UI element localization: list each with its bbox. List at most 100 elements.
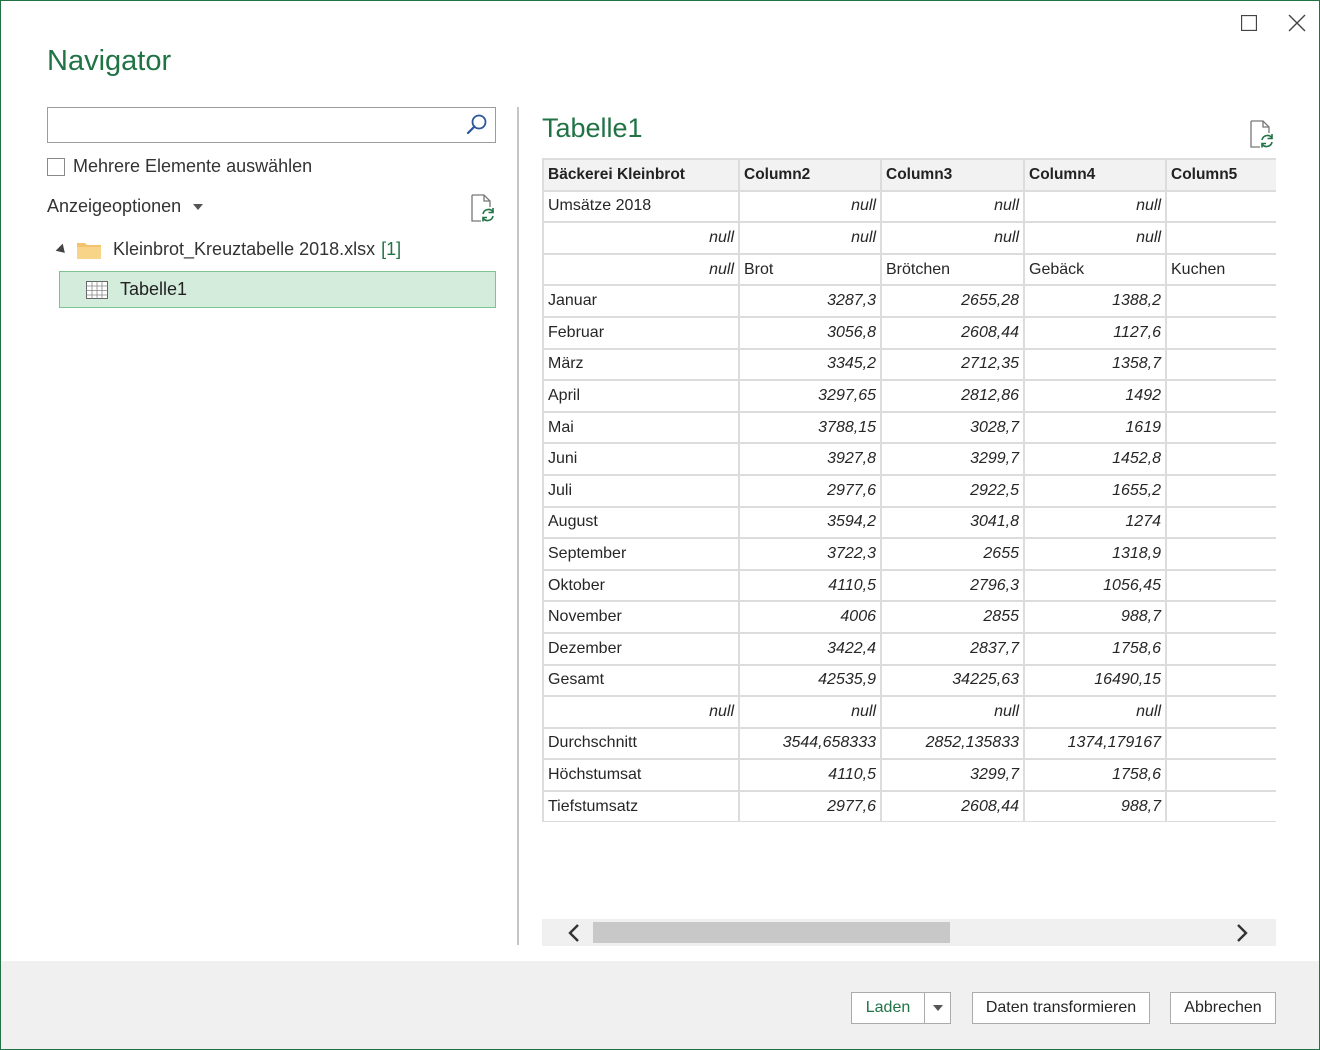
table-cell: 2855 bbox=[880, 600, 1025, 634]
scroll-right-button[interactable] bbox=[1232, 923, 1252, 943]
close-button[interactable] bbox=[1283, 9, 1311, 37]
table-row: Mai3788,153028,71619792 bbox=[542, 410, 1276, 445]
table-cell: 16490,15 bbox=[1023, 663, 1167, 698]
tree-item-tabelle1[interactable]: Tabelle1 bbox=[59, 271, 496, 308]
table-cell: 1374,179167 bbox=[1023, 726, 1167, 761]
table-row: Januar3287,32655,281388,26 bbox=[542, 284, 1276, 318]
horizontal-scrollbar[interactable] bbox=[542, 919, 1276, 946]
table-icon bbox=[86, 280, 108, 299]
table-cell: Januar bbox=[542, 284, 740, 318]
chevron-right-icon bbox=[1237, 924, 1248, 942]
table-cell: 6962,154 bbox=[1165, 726, 1276, 761]
pane-splitter[interactable] bbox=[517, 107, 519, 945]
table-cell: Umsätze 2018 bbox=[542, 189, 740, 224]
display-options-dropdown[interactable]: Anzeigeoptionen bbox=[47, 196, 204, 217]
table-row: Juli2977,62922,51655,2719 bbox=[542, 473, 1276, 508]
table-cell: 731 bbox=[1165, 537, 1276, 571]
dropdown-arrow-icon bbox=[932, 1005, 943, 1011]
table-cell: Durchschnitt bbox=[542, 726, 740, 761]
table-cell: 3788,15 bbox=[738, 410, 882, 445]
table-cell: 1318,9 bbox=[1023, 537, 1167, 571]
table-cell: 3594,2 bbox=[738, 505, 882, 540]
table-body: Umsätze 2018 null null null null null null null… bbox=[542, 189, 1276, 822]
refresh-icon[interactable] bbox=[1248, 120, 1274, 148]
table-cell: null bbox=[738, 221, 882, 255]
column-header[interactable]: Column5 bbox=[1165, 158, 1276, 192]
table-row: Umsätze 2018 null null null bbox=[542, 189, 1276, 224]
table-cell: 2837,7 bbox=[880, 631, 1025, 666]
dropdown-arrow-icon bbox=[193, 203, 204, 210]
search-icon[interactable] bbox=[465, 113, 489, 137]
table-cell: 825 bbox=[1165, 505, 1276, 540]
tree-item-file[interactable]: Kleinbrot_Kreuztabelle 2018.xlsx [1] bbox=[55, 239, 401, 260]
table-cell: 7002 bbox=[1165, 315, 1276, 350]
table-row: null Brot Brötchen Gebäck Kuchen bbox=[542, 252, 1276, 287]
column-header[interactable]: Column4 bbox=[1023, 158, 1167, 192]
load-dropdown-button[interactable] bbox=[924, 992, 951, 1024]
column-header[interactable]: Column2 bbox=[738, 158, 882, 192]
table-cell: 2922,5 bbox=[880, 473, 1025, 508]
table-cell: Juli bbox=[542, 473, 740, 508]
scrollbar-thumb[interactable] bbox=[593, 922, 950, 943]
refresh-icon[interactable] bbox=[469, 194, 495, 222]
table-cell: 3028,7 bbox=[880, 410, 1025, 445]
table-cell: null bbox=[1023, 189, 1167, 224]
table-cell: 2608,44 bbox=[880, 789, 1025, 822]
file-item-count: [1] bbox=[381, 239, 402, 259]
table-cell: 1127,6 bbox=[1023, 315, 1167, 350]
navigator-window: Navigator Mehrere Elemente auswählen Anz… bbox=[0, 0, 1320, 1050]
table-cell: 988,7 bbox=[1023, 789, 1167, 822]
table-cell: 617 bbox=[1165, 631, 1276, 666]
chevron-left-icon bbox=[568, 924, 579, 942]
table-row: Februar3056,82608,441127,67002 bbox=[542, 315, 1276, 350]
table-row: November40062855988,7603 bbox=[542, 600, 1276, 634]
table-cell: 792 bbox=[1165, 410, 1276, 445]
table-cell: 603 bbox=[1165, 600, 1276, 634]
table-cell: 3422,4 bbox=[738, 631, 882, 666]
load-button[interactable]: Laden bbox=[851, 992, 925, 1024]
table-cell: 719 bbox=[1165, 473, 1276, 508]
table-cell: 1358,7 bbox=[1023, 347, 1167, 382]
multi-select-checkbox[interactable] bbox=[47, 157, 65, 176]
collapse-icon[interactable] bbox=[55, 243, 69, 256]
maximize-button[interactable] bbox=[1235, 9, 1263, 37]
table-cell: 825 bbox=[1165, 758, 1276, 792]
column-header[interactable]: Column3 bbox=[880, 158, 1025, 192]
table-cell: 6 bbox=[1165, 284, 1276, 318]
table-cell: Gebäck bbox=[1023, 252, 1167, 287]
table-cell: 812 bbox=[1165, 379, 1276, 413]
table-cell: 643 bbox=[1165, 347, 1276, 382]
table-row: Tiefstumsatz2977,62608,44988,75 bbox=[542, 789, 1276, 822]
table-cell: 2655 bbox=[880, 537, 1025, 571]
table-cell: Kuchen bbox=[1165, 252, 1276, 287]
table-cell: null bbox=[880, 221, 1025, 255]
table-cell: 2608,44 bbox=[880, 315, 1025, 350]
table-cell: 3297,65 bbox=[738, 379, 882, 413]
table-cell: 1452,8 bbox=[1023, 442, 1167, 476]
table-cell: 1388,2 bbox=[1023, 284, 1167, 318]
table-row: Höchstumsat4110,53299,71758,6825 bbox=[542, 758, 1276, 792]
table-row: Durchschnitt 3544,658333 2852,135833 1374,1… bbox=[542, 726, 1276, 761]
table-cell: 5 bbox=[1165, 568, 1276, 603]
table-cell: 1655,2 bbox=[1023, 473, 1167, 508]
column-header[interactable]: Bäckerei Kleinbrot bbox=[542, 158, 740, 192]
scroll-left-button[interactable] bbox=[564, 923, 584, 943]
transform-data-button[interactable]: Daten transformieren bbox=[972, 992, 1150, 1024]
table-cell: null bbox=[542, 695, 740, 729]
preview-table-viewport: Bäckerei Kleinbrot Column2 Column3 Column4 C… bbox=[542, 158, 1276, 822]
table-cell: 83549 bbox=[1165, 663, 1276, 698]
search-input[interactable] bbox=[48, 108, 458, 142]
folder-icon bbox=[77, 242, 101, 259]
table-cell: 1758,6 bbox=[1023, 631, 1167, 666]
table-row: Oktober4110,52796,31056,455 bbox=[542, 568, 1276, 603]
table-cell: 42535,9 bbox=[738, 663, 882, 698]
table-cell: Dezember bbox=[542, 631, 740, 666]
table-cell: Brot bbox=[738, 252, 882, 287]
table-cell: 1758,6 bbox=[1023, 758, 1167, 792]
multi-select-option[interactable]: Mehrere Elemente auswählen bbox=[47, 156, 312, 177]
table-cell: 988,7 bbox=[1023, 600, 1167, 634]
table-header-row: Bäckerei Kleinbrot Column2 Column3 Column4 C… bbox=[542, 158, 1276, 192]
cancel-button[interactable]: Abbrechen bbox=[1170, 992, 1276, 1024]
table-cell: 4110,5 bbox=[738, 758, 882, 792]
search-box[interactable] bbox=[47, 107, 496, 143]
